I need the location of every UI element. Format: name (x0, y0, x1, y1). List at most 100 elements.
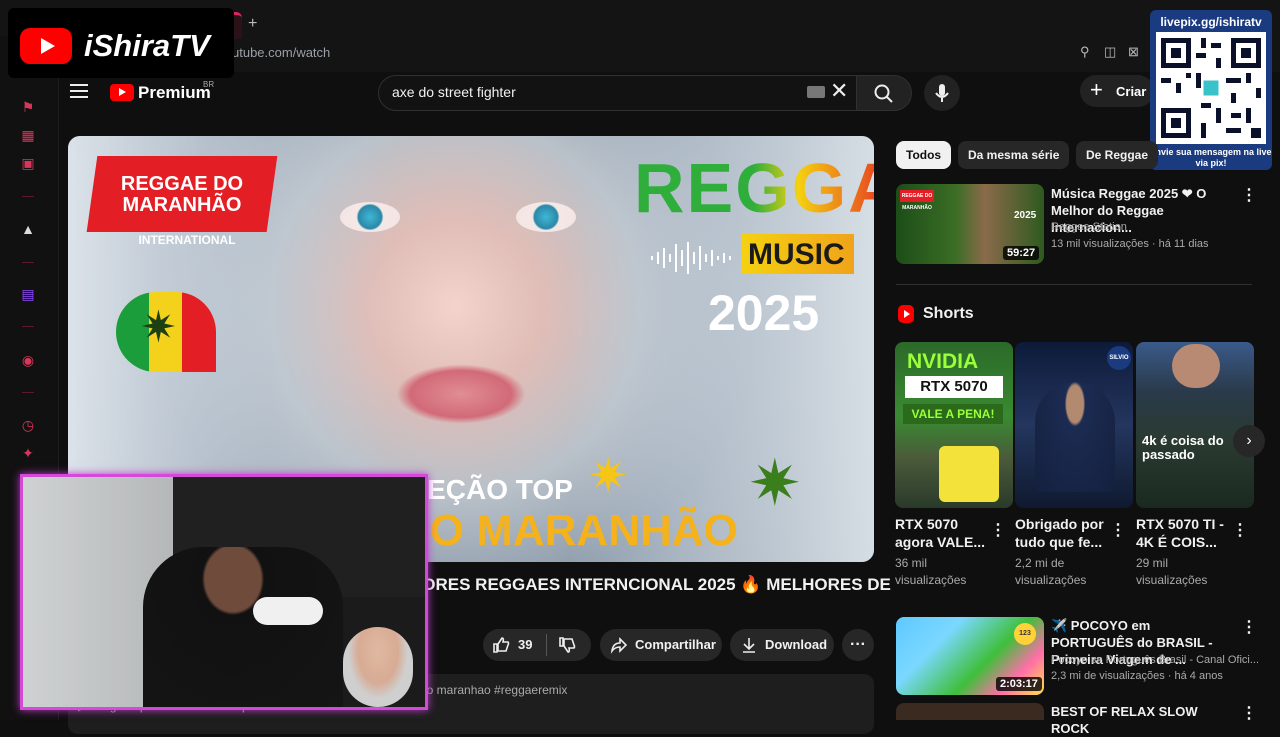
address-bar[interactable]: utube.com/watch (232, 45, 330, 60)
thumb-year: 2025 (1014, 210, 1037, 221)
share-icon (610, 637, 628, 654)
leaf-icon: ✷ (588, 450, 629, 503)
short-thumb-text: 4k é coisa do passado (1142, 433, 1224, 462)
youtube-logo-icon[interactable] (110, 84, 134, 101)
divider (546, 634, 547, 656)
recommendation-thumbnail[interactable]: 123 2:03:17 (896, 617, 1044, 695)
webcam-overlay (20, 474, 428, 710)
dock-divider (22, 196, 34, 197)
share-label: Compartilhar (635, 637, 716, 652)
download-icon (743, 638, 755, 653)
keyboard-icon[interactable] (807, 86, 825, 98)
app-icon[interactable]: ▲ (19, 220, 37, 238)
chip-same-series[interactable]: Da mesma série (958, 141, 1070, 169)
thumbnail-music-text: MUSIC (748, 238, 845, 271)
sponge-character (939, 446, 999, 502)
short-views: 2,2 mi de visualizações (1015, 556, 1087, 587)
webcam-streamer (143, 547, 343, 707)
short-thumb-text: RTX 5070 (905, 376, 1003, 398)
clear-search-icon[interactable]: ✕ (830, 80, 848, 102)
bell-icon[interactable]: ⚑ (19, 98, 37, 116)
more-options-icon[interactable]: ⋮ (1241, 703, 1257, 723)
thumb-badge: REGGAE DO MARANHÃO (900, 190, 934, 211)
short-title[interactable]: RTX 5070 agora VALE... (895, 515, 987, 551)
download-label: Download (765, 637, 828, 652)
microphone (253, 597, 323, 625)
dock-divider (22, 326, 34, 327)
dock-divider (22, 392, 34, 393)
more-options-icon[interactable]: ⋮ (990, 520, 1006, 540)
description-tags[interactable]: do maranhao #reggaeremix (420, 683, 567, 697)
short-thumbnail[interactable]: SILVIO (1015, 342, 1133, 508)
pin-icon[interactable]: ⚲ (1080, 44, 1090, 60)
shorts-icon (898, 305, 914, 323)
recommendation-thumbnail[interactable] (896, 703, 1044, 720)
video-duration: 59:27 (1003, 246, 1040, 260)
thumbnail-banner-sub: INTERNATIONAL (138, 233, 236, 247)
more-options-icon[interactable]: ⋮ (1110, 520, 1126, 540)
clock-icon[interactable]: ◷ (19, 416, 37, 434)
short-title[interactable]: Obrigado por tudo que fe... (1015, 515, 1107, 551)
livepix-url: livepix.gg/ishiratv (1160, 15, 1262, 29)
new-tab-button[interactable]: + (248, 16, 264, 32)
channel-name[interactable]: Reggae Station (1051, 221, 1127, 233)
thumbnail-banner-text: REGGAE DO MARANHÃO (120, 173, 244, 216)
grid-icon[interactable]: ▦ (19, 126, 37, 144)
dock-divider (22, 262, 34, 263)
twitch-icon[interactable]: ▤ (19, 285, 37, 303)
thumbnail-reggae-text: REGGAE (634, 148, 874, 228)
more-options-icon[interactable]: ⋮ (1241, 617, 1257, 637)
video-title: HORES REGGAES INTERNCIONAL 2025 🔥 MELHOR… (410, 575, 891, 594)
more-options-icon[interactable]: ⋮ (1232, 520, 1248, 540)
channel-name[interactable]: Pocoyo ʙʀ Português Brasil - Canal Ofici… (1051, 654, 1259, 666)
recommendation-thumbnail[interactable]: REGGAE DO MARANHÃO 2025 59:27 (896, 184, 1044, 264)
chevron-right-icon[interactable]: › (1233, 425, 1265, 457)
qr-code-icon (1156, 32, 1266, 144)
search-button[interactable] (856, 75, 912, 111)
thumbnail-lips (396, 364, 526, 424)
short-thumbnail[interactable]: NVIDIA RTX 5070 VALE A PENA! (895, 342, 1013, 508)
search-icon (874, 84, 893, 103)
menu-icon[interactable] (70, 84, 88, 98)
short-views: 36 mil visualizações (895, 556, 967, 587)
puzzle-icon[interactable]: ✦ (19, 444, 37, 462)
livepix-message: envie sua mensagem na live via pix! (1150, 147, 1272, 168)
short-title[interactable]: RTX 5070 TI - 4K É COIS... (1136, 515, 1228, 551)
chip-all[interactable]: Todos (896, 141, 952, 169)
leaf-icon: ✷ (748, 447, 802, 519)
short-person (1172, 344, 1220, 388)
youtube-premium-logo[interactable]: Premium (138, 83, 211, 103)
thumbnail-eye-left (340, 202, 400, 232)
create-label: Criar (1116, 84, 1147, 99)
search-query[interactable]: axe do street fighter (392, 84, 516, 100)
shorts-heading: Shorts (923, 305, 974, 322)
short-thumbnail[interactable]: 4k é coisa do passado (1136, 342, 1254, 508)
plus-icon: + (1090, 77, 1103, 102)
thumbnail-maranhao-text: DO MARANHÃO (398, 506, 738, 555)
chip-reggae[interactable]: De Reggae (1076, 141, 1159, 169)
play-circle-icon[interactable]: ◉ (19, 351, 37, 369)
section-divider (896, 284, 1252, 285)
recommendation-title[interactable]: BEST OF RELAX SLOW ROCK (1051, 703, 1231, 737)
mic-icon (935, 84, 949, 102)
soundwave-icon (651, 242, 731, 274)
close-icon[interactable]: ⊠ (1128, 44, 1139, 60)
thumbnail-year: 2025 (708, 285, 820, 341)
extension-icon[interactable]: ◫ (1104, 44, 1116, 60)
voice-search-button[interactable] (924, 75, 960, 111)
dislike-icon[interactable] (558, 636, 576, 654)
more-options-icon[interactable]: ⋮ (1241, 185, 1257, 205)
short-thumb-text: VALE A PENA! (903, 404, 1003, 424)
more-actions-button[interactable]: ··· (842, 629, 874, 661)
like-icon[interactable] (492, 636, 510, 654)
video-meta: 2,3 mi de visualizações · há 4 anos (1051, 670, 1223, 682)
country-code: BR (203, 80, 215, 89)
thumbnail-eye-right (516, 202, 576, 232)
calendar-icon[interactable]: ▣ (19, 154, 37, 172)
short-people (1035, 382, 1115, 492)
thumb-badge: 123 (1014, 623, 1036, 645)
webcam-child (343, 627, 413, 707)
short-views: 29 mil visualizações (1136, 556, 1208, 587)
like-count: 39 (518, 637, 533, 652)
youtube-logo-icon (20, 28, 72, 64)
